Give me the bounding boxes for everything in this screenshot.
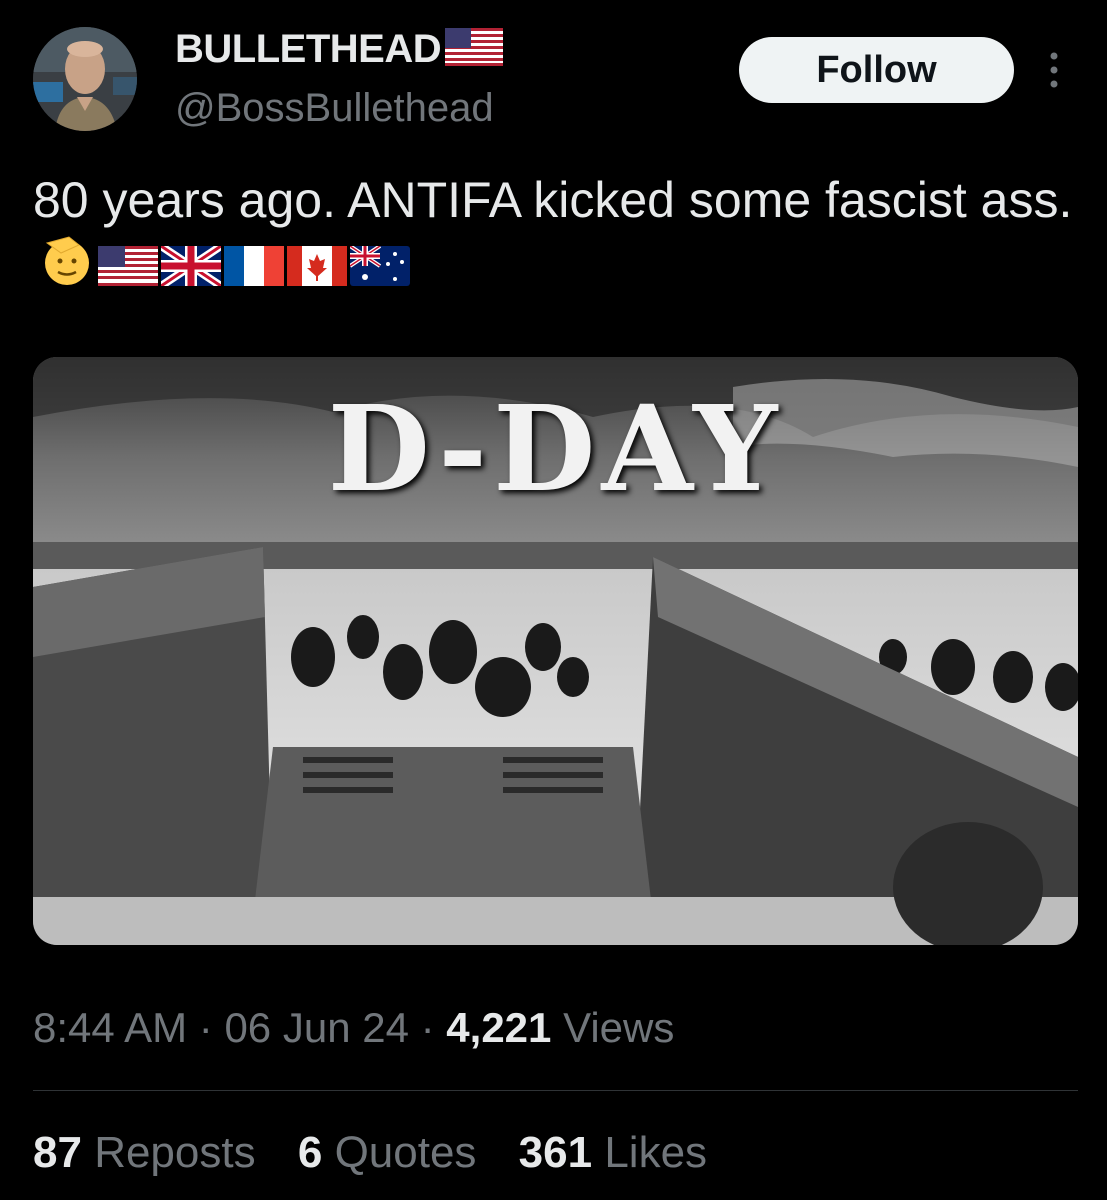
tweet-metadata: 8:44 AM · 06 Jun 24 · 4,221 Views bbox=[33, 1004, 674, 1052]
france-flag-icon bbox=[224, 237, 284, 302]
engagement-stats: 87 Reposts 6 Quotes 361 Likes bbox=[33, 1128, 737, 1178]
reposts-stat[interactable]: 87 Reposts bbox=[33, 1128, 256, 1178]
uk-flag-icon bbox=[158, 237, 224, 302]
us-flag-icon bbox=[445, 27, 504, 71]
tweet-time[interactable]: 8:44 AM bbox=[33, 1004, 187, 1051]
reposts-count: 87 bbox=[33, 1128, 82, 1177]
follow-button[interactable]: Follow bbox=[739, 37, 1014, 103]
avatar[interactable] bbox=[33, 27, 137, 131]
divider bbox=[33, 1090, 1078, 1091]
separator-dot: · bbox=[420, 1004, 435, 1051]
australia-flag-icon bbox=[348, 237, 410, 302]
display-name[interactable]: BULLETHEAD bbox=[175, 27, 442, 72]
us-flag-icon bbox=[98, 237, 158, 302]
tweet-header: BULLETHEAD @BossBullethead Follow bbox=[0, 0, 1107, 150]
canada-flag-icon bbox=[287, 237, 347, 302]
tweet-text: 80 years ago. ANTIFA kicked some fascist… bbox=[33, 172, 1073, 228]
likes-label: Likes bbox=[604, 1128, 708, 1177]
tweet-image[interactable]: D-DAY bbox=[33, 357, 1078, 945]
emoji-row bbox=[39, 233, 410, 305]
reposts-label: Reposts bbox=[94, 1128, 256, 1177]
views-count: 4,221 bbox=[446, 1004, 552, 1051]
image-title: D-DAY bbox=[327, 379, 784, 518]
views-label: Views bbox=[563, 1004, 675, 1051]
quotes-stat[interactable]: 6 Quotes bbox=[298, 1128, 477, 1178]
display-name-row[interactable]: BULLETHEAD bbox=[175, 27, 504, 72]
quotes-label: Quotes bbox=[334, 1128, 477, 1177]
likes-count: 361 bbox=[518, 1128, 593, 1177]
more-options-icon[interactable] bbox=[1044, 50, 1064, 90]
tweet-date[interactable]: 06 Jun 24 bbox=[224, 1004, 409, 1051]
separator-dot: · bbox=[198, 1004, 213, 1051]
user-handle[interactable]: @BossBullethead bbox=[175, 86, 494, 131]
follow-button-label: Follow bbox=[816, 48, 937, 91]
quotes-count: 6 bbox=[297, 1128, 323, 1177]
saluting-face-icon bbox=[39, 233, 95, 305]
likes-stat[interactable]: 361 Likes bbox=[519, 1128, 707, 1178]
tweet-body: 80 years ago. ANTIFA kicked some fascist… bbox=[33, 168, 1073, 305]
